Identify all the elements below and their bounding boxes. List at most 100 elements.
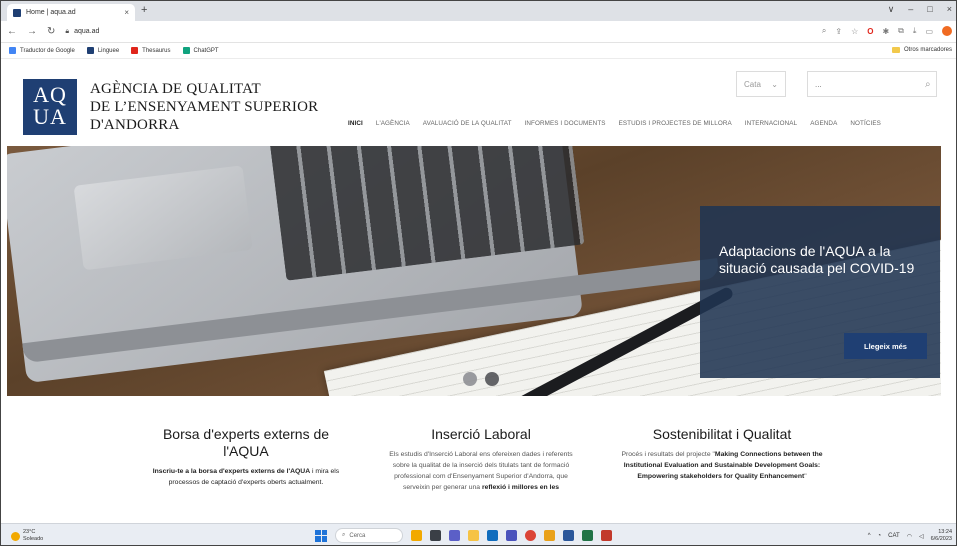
feature-title[interactable]: Inserció Laboral	[381, 426, 581, 443]
site-favicon-icon	[13, 8, 21, 17]
share-icon[interactable]: ⇪	[835, 27, 842, 36]
bookmark-linguee[interactable]: Linguee	[86, 47, 119, 54]
chevron-up-icon[interactable]: ^	[868, 533, 871, 539]
tab-title: Home | aqua.ad	[26, 9, 76, 16]
aqua-logo[interactable]: AQ UA	[23, 79, 77, 135]
chatgpt-icon	[182, 47, 190, 54]
sun-icon	[11, 531, 20, 541]
profile-avatar-icon[interactable]	[942, 26, 952, 36]
taskbar-apps: ⌕ Cerca	[315, 528, 612, 543]
bookmark-thesaurus[interactable]: Thesaurus	[131, 47, 171, 54]
task-view-icon[interactable]	[430, 530, 441, 541]
slider-dot[interactable]	[485, 372, 499, 386]
feature-title[interactable]: Sostenibilitat i Qualitat	[616, 426, 828, 443]
forward-arrow-icon[interactable]: →	[27, 26, 37, 37]
feature-insercio-laboral: Inserció Laboral Els estudis d'Inserció …	[381, 426, 581, 493]
language-indicator[interactable]: CAT	[888, 533, 900, 539]
slider-dot[interactable]	[463, 372, 477, 386]
word-icon[interactable]	[563, 530, 574, 541]
nav-item-agenda[interactable]: AGENDA	[810, 120, 837, 127]
screen: Home | aqua.ad × + ∨ – □ × ← → ↻ 🔒︎ aqua…	[0, 0, 957, 546]
feature-sostenibilitat: Sostenibilitat i Qualitat Procés i resul…	[616, 426, 828, 482]
slide-caption: Adaptacions de l'AQUA a la situació caus…	[700, 206, 940, 378]
back-arrow-icon[interactable]: ←	[7, 26, 17, 37]
bookmarks-bar: Traductor de Google Linguee Thesaurus Ch…	[1, 43, 956, 59]
nav-item-internacional[interactable]: INTERNACIONAL	[745, 120, 797, 127]
teams-icon[interactable]	[506, 530, 517, 541]
close-window-button[interactable]: ×	[947, 4, 952, 15]
chrome-icon[interactable]	[525, 530, 536, 541]
opera-extension-icon[interactable]: O	[867, 27, 873, 36]
thesaurus-icon	[131, 47, 139, 54]
nav-item-inici[interactable]: INICI	[348, 120, 363, 127]
linguee-icon	[86, 47, 94, 54]
bookmark-traductor[interactable]: Traductor de Google	[9, 47, 75, 54]
url-field[interactable]: 🔒︎ aqua.ad	[65, 28, 99, 36]
extension-icons: ⌕ ⇪ ☆ O ✱ ⧉ ⤓ ▭	[822, 26, 952, 36]
feature-columns: Borsa d'experts externs de l'AQUA Inscri…	[1, 396, 956, 523]
minimize-button[interactable]: –	[908, 4, 913, 15]
zoom-icon[interactable]: ⌕	[822, 26, 826, 36]
wifi-icon[interactable]: ◠	[907, 533, 912, 540]
bookmark-star-icon[interactable]: ☆	[851, 27, 858, 36]
feature-text: Procés i resultats del projecte "Making …	[621, 451, 823, 480]
widgets-icon[interactable]	[411, 530, 422, 541]
nav-item-informes[interactable]: INFORMES I DOCUMENTS	[525, 120, 606, 127]
feature-text: Els estudis d'Inserció Laboral ens ofere…	[389, 451, 573, 491]
bookmark-chatgpt[interactable]: ChatGPT	[182, 47, 219, 54]
chat-icon[interactable]	[449, 530, 460, 541]
windows-start-icon[interactable]	[315, 529, 327, 542]
sidebar-icon[interactable]: ▭	[925, 27, 933, 36]
site-header: AQ UA AGÈNCIA DE QUALITAT DE L’ENSENYAME…	[1, 59, 956, 146]
tab-search-icon[interactable]: ∨	[888, 4, 895, 15]
window-controls: ∨ – □ ×	[888, 4, 952, 15]
language-select[interactable]: Cata ⌄	[736, 71, 786, 97]
feature-title[interactable]: Borsa d'experts externs de l'AQUA	[146, 426, 346, 460]
search-input[interactable]	[815, 79, 925, 89]
slide-caption-text: Adaptacions de l'AQUA a la situació caus…	[719, 243, 915, 276]
address-bar-row: ← → ↻ 🔒︎ aqua.ad ⌕ ⇪ ☆ O ✱ ⧉ ⤓ ▭	[1, 21, 956, 43]
feature-text: Inscriu-te a la borsa d'experts externs …	[152, 468, 340, 486]
folder-icon	[891, 47, 900, 53]
browser-tab[interactable]: Home | aqua.ad ×	[7, 4, 135, 21]
translate-icon	[9, 47, 16, 54]
weather-desc: Soleado	[23, 536, 44, 542]
language-value: Cata	[744, 79, 761, 89]
reload-icon[interactable]: ↻	[47, 26, 55, 37]
feature-borsa-experts: Borsa d'experts externs de l'AQUA Inscri…	[146, 426, 346, 488]
clock[interactable]: 13:24 6/6/2023	[931, 529, 952, 543]
nav-item-estudis[interactable]: ESTUDIS I PROJECTES DE MILLORA	[619, 120, 732, 127]
url-text: aqua.ad	[74, 28, 100, 35]
search-icon[interactable]: ⌕	[925, 79, 931, 90]
store-icon[interactable]	[544, 530, 555, 541]
organization-name[interactable]: AGÈNCIA DE QUALITAT DE L’ENSENYAMENT SUP…	[90, 80, 318, 134]
extension-icon[interactable]: ✱	[882, 27, 889, 36]
nav-item-avaluacio[interactable]: AVALUACIÓ DE LA QUALITAT	[423, 120, 512, 127]
file-explorer-icon[interactable]	[468, 530, 479, 541]
puzzle-extensions-icon[interactable]: ⧉	[898, 26, 904, 36]
weather-widget[interactable]: 23°C Soleado	[11, 529, 43, 543]
app-icon[interactable]	[601, 530, 612, 541]
other-bookmarks[interactable]: Otros marcadores	[891, 47, 952, 53]
new-tab-button[interactable]: +	[141, 4, 147, 16]
excel-icon[interactable]	[582, 530, 593, 541]
taskbar-search[interactable]: ⌕ Cerca	[335, 528, 403, 543]
hero-slider: Adaptacions de l'AQUA a la situació caus…	[7, 146, 941, 396]
chevron-down-icon: ⌄	[771, 79, 778, 89]
network-icon[interactable]: ◔	[878, 533, 882, 539]
site-search: ⌕	[807, 71, 937, 97]
close-tab-icon[interactable]: ×	[124, 8, 129, 17]
system-tray: ^ ◔ CAT ◠ ◁ 13:24 6/6/2023	[868, 529, 952, 543]
slider-dots	[463, 372, 499, 386]
volume-icon[interactable]: ◁	[919, 533, 924, 540]
search-icon: ⌕	[342, 532, 346, 538]
nav-item-noticies[interactable]: NOTÍCIES	[850, 120, 881, 127]
windows-taskbar: 23°C Soleado ⌕ Cerca ^ ◔ CAT ◠ ◁ 13:24 6…	[1, 523, 956, 545]
maximize-button[interactable]: □	[927, 4, 932, 15]
outlook-icon[interactable]	[487, 530, 498, 541]
nav-item-agencia[interactable]: L'AGÈNCIA	[376, 120, 410, 127]
browser-tabbar: Home | aqua.ad × + ∨ – □ ×	[1, 1, 956, 21]
read-more-button[interactable]: Llegeix més	[844, 333, 927, 359]
laptop-image	[7, 146, 815, 396]
download-icon[interactable]: ⤓	[913, 26, 917, 36]
